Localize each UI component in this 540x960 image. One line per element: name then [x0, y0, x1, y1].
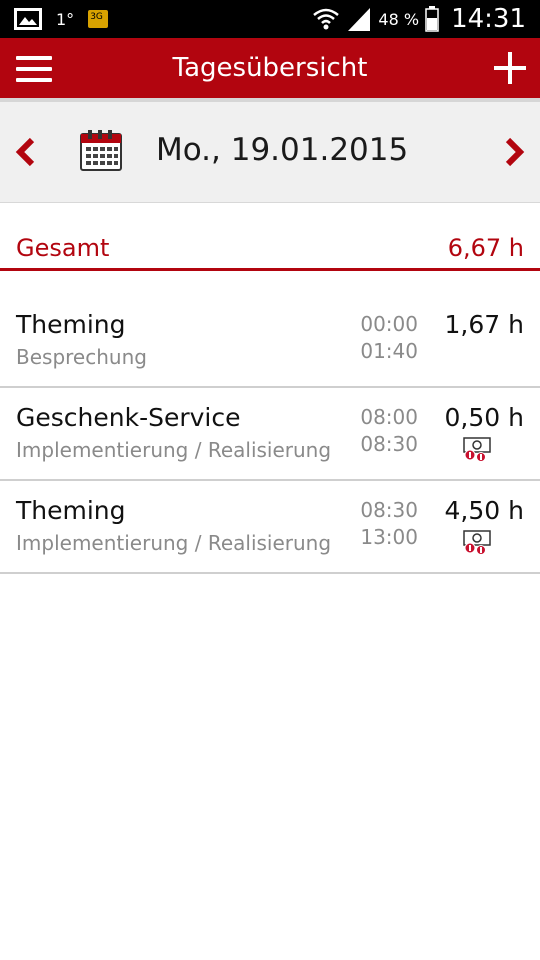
entry-divider — [0, 572, 540, 574]
time-entry[interactable]: Theming Implementierung / Realisierung 0… — [0, 481, 540, 574]
page-title: Tagesübersicht — [172, 53, 368, 83]
current-date[interactable]: Mo., 19.01.2015 — [156, 130, 408, 170]
entry-start-time: 00:00 — [360, 312, 418, 336]
signal-icon — [348, 8, 371, 31]
entry-activity: Implementierung / Realisierung — [16, 438, 332, 462]
network-type: 3G — [90, 12, 103, 22]
entry-end-time: 08:30 — [360, 432, 418, 456]
total-row: Gesamt 6,67 h — [0, 228, 540, 270]
billing-icon — [463, 530, 491, 555]
calendar-icon[interactable] — [80, 129, 122, 171]
billing-icon — [463, 437, 491, 462]
entry-start-time: 08:00 — [360, 405, 418, 429]
entry-hours: 4,50 h — [444, 496, 524, 525]
image-notification-icon — [14, 8, 42, 30]
notification-count: 1° — [56, 9, 75, 29]
hamburger-menu-icon[interactable] — [16, 56, 52, 82]
status-bar-right: 48 % 14:31 — [312, 0, 526, 38]
battery-percent: 48 % — [378, 9, 420, 29]
sim-3g-icon: 3G — [88, 10, 109, 28]
entry-activity: Implementierung / Realisierung — [16, 531, 332, 555]
time-entry[interactable]: Theming Besprechung 00:00 01:40 1,67 h — [0, 295, 540, 388]
status-clock: 14:31 — [451, 4, 526, 34]
entry-start-time: 08:30 — [360, 498, 418, 522]
status-bar: 1° 3G 48 % 14:31 — [0, 0, 540, 38]
entry-title: Theming — [16, 496, 126, 525]
entry-activity: Besprechung — [16, 345, 147, 369]
plus-icon[interactable] — [494, 52, 526, 84]
total-value: 6,67 h — [447, 234, 524, 262]
entry-title: Theming — [16, 310, 126, 339]
entry-title: Geschenk-Service — [16, 403, 241, 432]
chevron-right-icon[interactable] — [492, 132, 532, 172]
total-divider — [0, 268, 540, 271]
wifi-icon — [313, 8, 340, 30]
entry-end-time: 01:40 — [360, 339, 418, 363]
chevron-left-icon[interactable] — [8, 132, 48, 172]
entry-end-time: 13:00 — [360, 525, 418, 549]
app-bar: Tagesübersicht — [0, 38, 540, 98]
status-bar-left: 1° 3G — [14, 0, 109, 38]
time-entry[interactable]: Geschenk-Service Implementierung / Reali… — [0, 388, 540, 481]
date-navigation-bar: Mo., 19.01.2015 — [0, 98, 540, 203]
entry-hours: 1,67 h — [444, 310, 524, 339]
entry-hours: 0,50 h — [444, 403, 524, 432]
battery-icon — [425, 6, 439, 32]
total-label: Gesamt — [16, 234, 110, 262]
